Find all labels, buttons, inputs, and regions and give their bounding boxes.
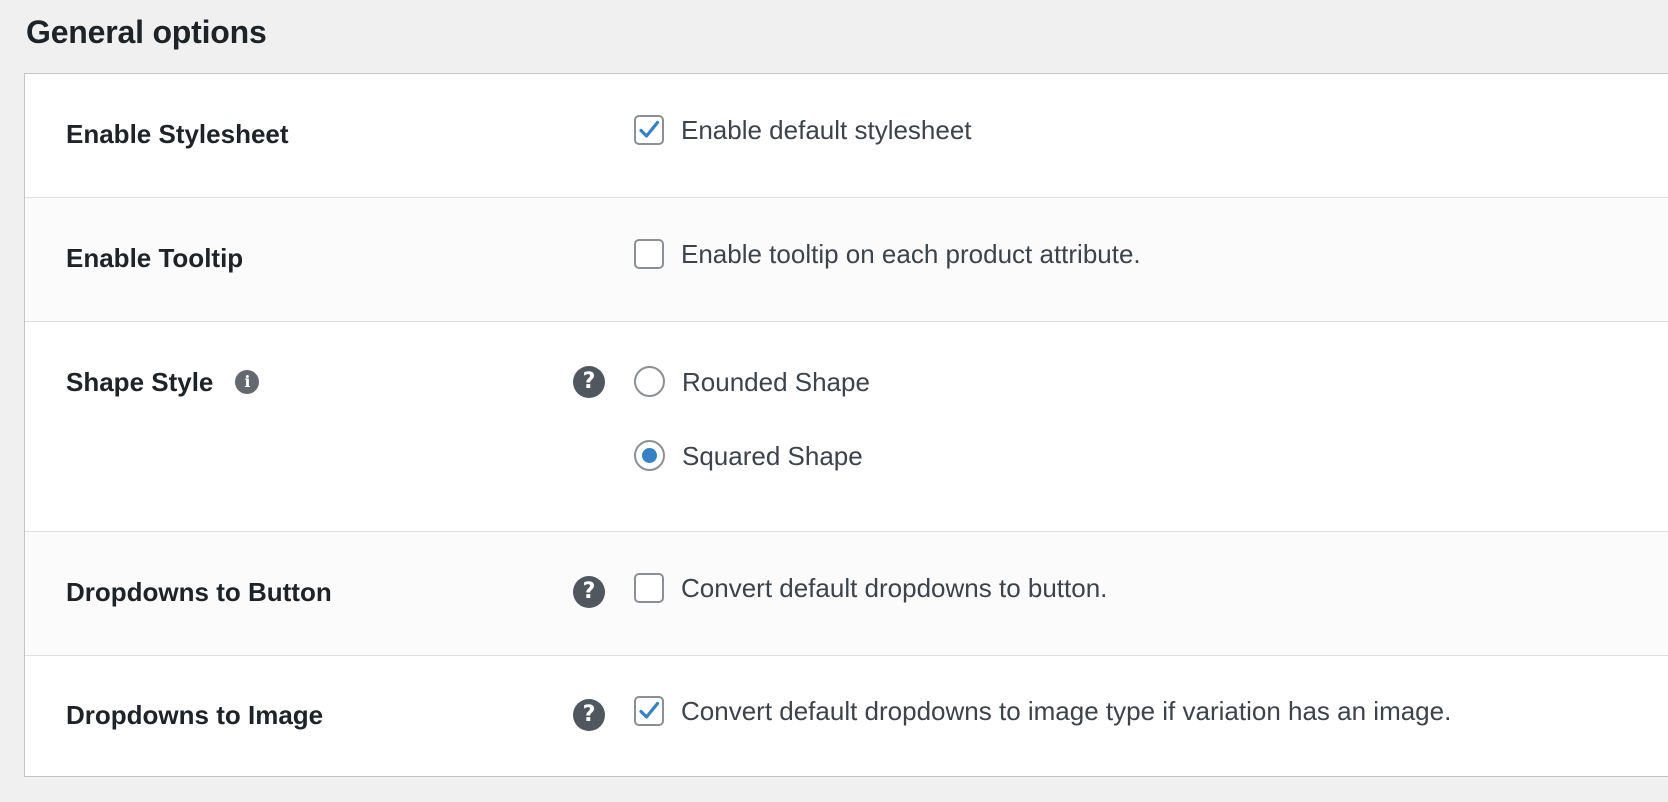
- row-label-text: Enable Tooltip: [66, 243, 244, 273]
- checkbox-label: Enable default stylesheet: [681, 115, 972, 145]
- settings-row-tooltip: Enable Tooltip Enable tooltip on each pr…: [25, 198, 1668, 322]
- checkmark-icon: [639, 120, 660, 138]
- info-icon[interactable]: i: [235, 370, 260, 394]
- row-label-dropdowns-to-button: Dropdowns to Button: [66, 577, 332, 607]
- checkbox-label: Convert default dropdowns to button.: [681, 573, 1108, 603]
- help-icon[interactable]: ?: [573, 576, 605, 608]
- stylesheet-option[interactable]: Enable default stylesheet: [634, 115, 972, 145]
- row-label-text: Enable Stylesheet: [66, 119, 289, 149]
- dropdowns-to-button-option[interactable]: Convert default dropdowns to button.: [634, 573, 1107, 603]
- checkmark-icon: [639, 701, 660, 719]
- help-icon[interactable]: ?: [573, 699, 605, 731]
- squared-shape-radio[interactable]: [634, 440, 665, 471]
- row-label-text: Shape Style: [66, 367, 214, 397]
- settings-row-stylesheet: Enable Stylesheet Enable default stylesh…: [25, 74, 1668, 198]
- checkbox-label: Convert default dropdowns to image type …: [681, 696, 1452, 726]
- row-label-stylesheet: Enable Stylesheet: [66, 119, 289, 149]
- shape-option-squared[interactable]: Squared Shape: [634, 440, 863, 471]
- row-label-text: Dropdowns to Image: [66, 700, 324, 730]
- dropdowns-to-image-option[interactable]: Convert default dropdowns to image type …: [634, 696, 1451, 726]
- radio-label: Rounded Shape: [682, 366, 870, 397]
- checkbox-label: Enable tooltip on each product attribute…: [681, 239, 1141, 269]
- enable-tooltip-checkbox[interactable]: [634, 239, 664, 269]
- settings-row-shape-style: Shape Style i ? Rounded Shape Squared Sh…: [25, 322, 1668, 532]
- tooltip-option[interactable]: Enable tooltip on each product attribute…: [634, 239, 1141, 269]
- settings-panel: Enable Stylesheet Enable default stylesh…: [24, 73, 1668, 777]
- section-title: General options: [26, 14, 267, 50]
- dropdowns-to-image-checkbox[interactable]: [634, 696, 664, 726]
- rounded-shape-radio[interactable]: [634, 366, 665, 397]
- radio-label: Squared Shape: [682, 440, 863, 471]
- row-label-tooltip: Enable Tooltip: [66, 243, 243, 273]
- settings-row-dropdowns-to-button: Dropdowns to Button ? Convert default dr…: [25, 532, 1668, 656]
- row-label-shape-style: Shape Style i: [66, 367, 260, 397]
- dropdowns-to-button-checkbox[interactable]: [634, 573, 664, 603]
- shape-option-rounded[interactable]: Rounded Shape: [634, 366, 870, 397]
- help-icon[interactable]: ?: [573, 366, 605, 398]
- settings-row-dropdowns-to-image: Dropdowns to Image ? Convert default dro…: [25, 656, 1668, 778]
- row-label-text: Dropdowns to Button: [66, 577, 332, 607]
- radio-selected-dot: [642, 448, 657, 463]
- enable-stylesheet-checkbox[interactable]: [634, 115, 664, 145]
- row-label-dropdowns-to-image: Dropdowns to Image: [66, 700, 323, 730]
